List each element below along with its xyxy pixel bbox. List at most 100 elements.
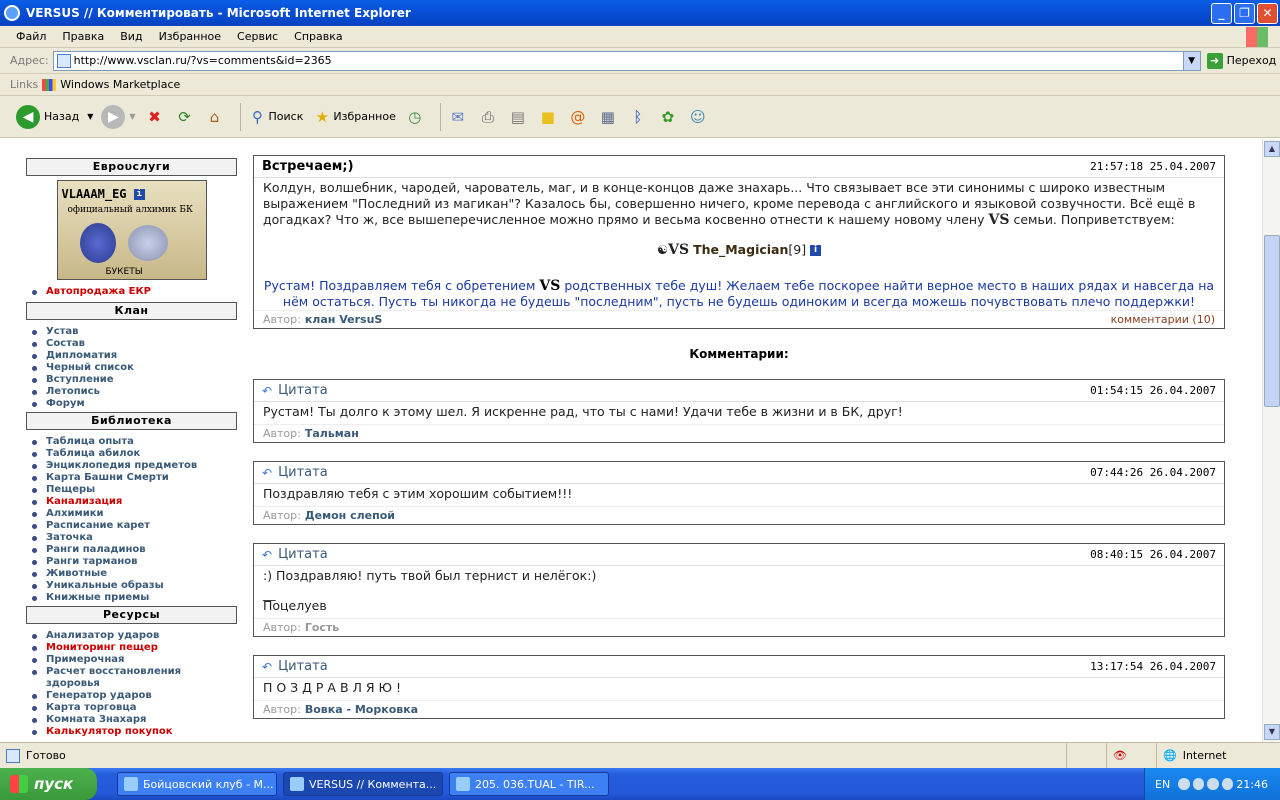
sidebar-item[interactable]: Энциклопедия предметов <box>32 460 237 472</box>
sidebar-item[interactable]: Примерочная <box>32 654 237 666</box>
research-button[interactable]: ▦ <box>597 106 619 128</box>
page-content: Еврουслуги VLAAAM_EG i официальный алхим… <box>0 139 1262 742</box>
sidebar-item[interactable]: Ранги паладинов <box>32 544 237 556</box>
note-button[interactable]: ■ <box>537 106 559 128</box>
sidebar-item[interactable]: Состав <box>32 338 237 350</box>
sidebar-item-autosale[interactable]: Автопродажа ЕКР <box>32 286 237 298</box>
tray-icon[interactable] <box>1178 778 1190 790</box>
sidebar-item[interactable]: Калькулятор покупок <box>32 726 237 738</box>
sidebar-item[interactable]: Комната Знахаря <box>32 714 237 726</box>
info-icon[interactable]: i <box>810 245 822 256</box>
menu-help[interactable]: Справка <box>286 30 350 43</box>
sidebar-item[interactable]: Дипломатия <box>32 350 237 362</box>
vertical-scrollbar[interactable]: ▲ ▼ <box>1262 139 1280 742</box>
sidebar-item[interactable]: Карта торговца <box>32 702 237 714</box>
history-button[interactable]: ◷ <box>404 106 426 128</box>
tray-icon[interactable] <box>1221 778 1234 790</box>
post-author[interactable]: клан VersuS <box>305 313 382 326</box>
alchemist-banner[interactable]: VLAAAM_EG i официальный алхимик БК БУКЕТ… <box>56 180 207 280</box>
sidebar-item[interactable]: Заточка <box>32 532 237 544</box>
scroll-up-icon[interactable]: ▲ <box>1264 141 1280 157</box>
tray-icon[interactable] <box>1207 778 1219 790</box>
sidebar-item[interactable]: Животные <box>32 568 237 580</box>
refresh-button[interactable]: ⟳ <box>174 106 196 128</box>
mail-button[interactable]: ✉ <box>447 106 469 128</box>
menu-view[interactable]: Вид <box>112 30 150 43</box>
scroll-thumb[interactable] <box>1264 235 1280 407</box>
close-button[interactable]: ✕ <box>1257 2 1278 24</box>
sidebar-item[interactable]: Анализатор ударов <box>32 630 237 642</box>
minimize-button[interactable]: _ <box>1211 2 1232 24</box>
search-button[interactable]: ⚲ Поиск <box>247 106 303 128</box>
sidebar-item[interactable]: Вступление <box>32 374 237 386</box>
maximize-button[interactable]: ❐ <box>1234 2 1255 24</box>
sidebar-item[interactable]: Книжные приемы <box>32 592 237 604</box>
bluetooth-button[interactable]: ᛒ <box>627 106 649 128</box>
address-dropdown-icon[interactable]: ▼ <box>1182 51 1200 70</box>
quote-button[interactable]: ↶ Цитата <box>262 465 328 480</box>
taskbar-button[interactable]: Бойцовский клуб - М... <box>117 772 277 796</box>
language-indicator[interactable]: EN <box>1155 778 1170 791</box>
zone-label: Internet <box>1182 749 1227 762</box>
sidebar-item[interactable]: Мониторинг пещер <box>32 642 237 654</box>
link-windows-marketplace[interactable]: Windows Marketplace <box>42 78 180 91</box>
sidebar-item[interactable]: Расписание карет <box>32 520 237 532</box>
comment: ↶ Цитата 08:40:15 26.04.2007 :) Поздравля… <box>253 543 1225 637</box>
tray-icon[interactable] <box>1192 778 1205 790</box>
menu-favorites[interactable]: Избранное <box>151 30 229 43</box>
go-button[interactable]: ➜ Переход <box>1206 52 1277 69</box>
sidebar-item[interactable]: Пещеры <box>32 484 237 496</box>
messenger-button[interactable]: ☺ <box>687 106 709 128</box>
go-label: Переход <box>1226 54 1277 67</box>
print-button[interactable]: ⎙ <box>477 106 499 128</box>
quote-button[interactable]: ↶ Цитата <box>262 659 328 674</box>
privacy-icon[interactable]: 👁 <box>1106 743 1156 768</box>
start-button[interactable]: пуск <box>0 768 97 800</box>
sidebar-item[interactable]: Таблица опыта <box>32 436 237 448</box>
task-label: 205. 036.TUAL - TIR... <box>475 777 595 791</box>
comment-author[interactable]: Вовка - Морковка <box>305 703 418 716</box>
sidebar-item[interactable]: Ранги тарманов <box>32 556 237 568</box>
comment-author[interactable]: Тальман <box>305 427 359 440</box>
sidebar-item[interactable]: Устав <box>32 326 237 338</box>
sidebar-item[interactable]: Форум <box>32 398 237 410</box>
back-button[interactable]: ◀ Назад ▼ <box>16 104 93 129</box>
windows-flag-icon <box>10 775 28 793</box>
comments-link[interactable]: комментарии (10) <box>1111 313 1215 326</box>
stop-button[interactable]: ✖ <box>144 106 166 128</box>
menu-edit[interactable]: Правка <box>54 30 112 43</box>
taskbar-button[interactable]: 205. 036.TUAL - TIR... <box>449 772 609 796</box>
sidebar-item[interactable]: Летопись <box>32 386 237 398</box>
sidebar-heading-euro: Еврουслуги <box>26 158 237 176</box>
sidebar-item[interactable]: Таблица абилок <box>32 448 237 460</box>
back-dropdown-icon[interactable]: ▼ <box>87 112 93 121</box>
sidebar-item-continuation[interactable]: здоровья <box>32 678 237 690</box>
home-button[interactable]: ⌂ <box>204 106 226 128</box>
sidebar-item[interactable]: Черный список <box>32 362 237 374</box>
comment-author[interactable]: Демон слепой <box>305 509 395 522</box>
sidebar-item[interactable]: Алхимики <box>32 508 237 520</box>
at-button[interactable]: @ <box>567 106 589 128</box>
taskbar-button-active[interactable]: VERSUS // Коммента... <box>283 772 443 796</box>
sidebar-item[interactable]: Расчет восстановления <box>32 666 237 678</box>
menu-tools[interactable]: Сервис <box>229 30 286 43</box>
quote-button[interactable]: ↶ Цитата <box>262 383 328 398</box>
sidebar-item[interactable]: Уникальные образы <box>32 580 237 592</box>
address-input[interactable]: http://www.vsclan.ru/?vs=comments&id=236… <box>52 50 1201 71</box>
comment-author: Гость <box>304 621 340 634</box>
menu-file[interactable]: Файл <box>8 30 54 43</box>
sidebar-item[interactable]: Карта Башни Смерти <box>32 472 237 484</box>
sidebar-item[interactable]: Генератор ударов <box>32 690 237 702</box>
icq-button[interactable]: ✿ <box>657 106 679 128</box>
sidebar-item[interactable]: Канализация <box>32 496 237 508</box>
favorites-button[interactable]: ★ Избранное <box>311 106 396 128</box>
member-name[interactable]: The_Magician <box>693 242 788 257</box>
vs-logo-icon: VS <box>988 212 1010 228</box>
edit-button[interactable]: ▤ <box>507 106 529 128</box>
quote-button[interactable]: ↶ Цитата <box>262 547 328 562</box>
back-label: Назад <box>44 110 80 123</box>
scroll-down-icon[interactable]: ▼ <box>1264 724 1280 740</box>
forward-button[interactable]: ▶ ▼ <box>101 104 136 129</box>
info-icon[interactable]: i <box>133 189 145 200</box>
forward-dropdown-icon[interactable]: ▼ <box>129 112 135 121</box>
